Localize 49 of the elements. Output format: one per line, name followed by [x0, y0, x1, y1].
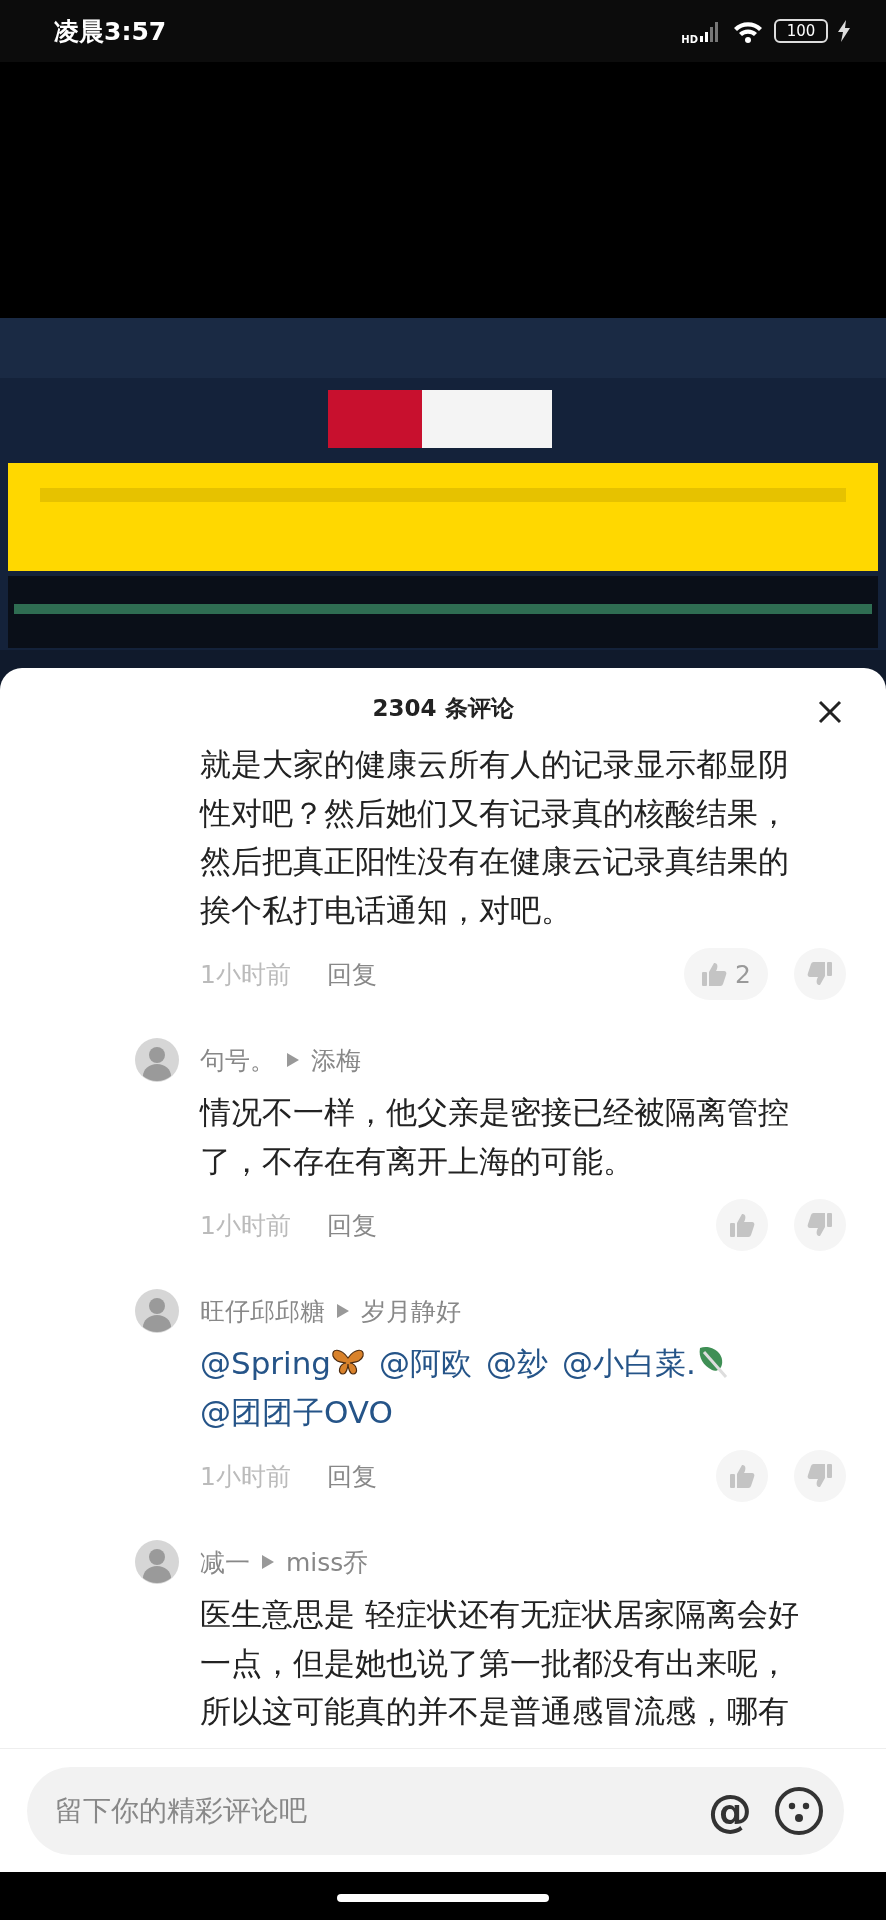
mention-link[interactable]: @Spring: [200, 1339, 366, 1388]
avatar-icon[interactable]: [135, 1289, 179, 1333]
network-type: HD: [681, 33, 698, 45]
comment-text: 情况不一样，他父亲是密接已经被隔离管控了，不存在有离开上海的可能。: [198, 1093, 790, 1181]
mention-link[interactable]: @团团子OVO: [200, 1387, 393, 1436]
comment-time: 1小时前: [200, 958, 291, 991]
comment-text: 医生意思是 轻症状还有无症状居家隔离会好一点，但是她也说了第一批都没有出来呢，所以这可能真的并不是普通感冒流感，哪有: [199, 1595, 800, 1731]
mention-link[interactable]: @阿欧: [379, 1339, 473, 1388]
author-name[interactable]: 减一: [200, 1545, 250, 1579]
reply-to-name[interactable]: 岁月静好: [361, 1294, 461, 1328]
author-name[interactable]: 句号。: [200, 1043, 275, 1077]
reply-button[interactable]: 回复: [326, 1208, 377, 1242]
battery-level: 100: [785, 21, 817, 41]
thumbs-up-icon: [729, 1212, 755, 1238]
thumbs-up-icon: [729, 1463, 755, 1489]
avatar-icon[interactable]: [135, 1038, 179, 1082]
like-button[interactable]: [716, 1199, 768, 1251]
comments-title: 2304 条评论: [372, 693, 514, 723]
like-button[interactable]: [716, 1450, 768, 1502]
home-indicator[interactable]: [337, 1894, 549, 1902]
like-button[interactable]: 2: [684, 948, 768, 1000]
reply-to-name[interactable]: 添梅: [311, 1043, 361, 1077]
comment-time: 1小时前: [200, 1460, 291, 1493]
dislike-button[interactable]: [794, 1450, 846, 1502]
emoji-icon[interactable]: [774, 1785, 824, 1836]
close-icon[interactable]: [818, 700, 842, 724]
mention-button[interactable]: @: [708, 1785, 752, 1836]
author-name[interactable]: 旺仔邱邱糖: [200, 1294, 325, 1328]
reply-arrow-icon: [337, 1304, 349, 1318]
comment-text: 就是大家的健康云所有人的记录显示都显阴性对吧？然后她们又有记录真的核酸结果，然后把真正阳性没有在健康云记录真结果的挨个私打电话通知，对吧。: [198, 745, 790, 930]
comment-input[interactable]: 留下你的精彩评论吧 @: [27, 1766, 844, 1855]
dislike-button[interactable]: [794, 1199, 846, 1251]
avatar-icon[interactable]: [135, 1540, 179, 1584]
mention-link[interactable]: @小白菜.: [562, 1339, 728, 1388]
dislike-button[interactable]: [794, 948, 846, 1000]
thumbs-down-icon: [807, 1212, 833, 1238]
clock-time: 凌晨3:57: [54, 15, 167, 48]
reply-button[interactable]: 回复: [326, 957, 377, 991]
comment-time: 1小时前: [200, 1209, 291, 1242]
thumbs-up-icon: [701, 961, 728, 987]
reply-to-name[interactable]: miss乔: [286, 1545, 369, 1579]
reply-button[interactable]: 回复: [326, 1459, 377, 1493]
butterfly-icon: [331, 1348, 366, 1378]
thumbs-down-icon: [807, 961, 833, 987]
reply-arrow-icon: [262, 1555, 274, 1569]
mention-link[interactable]: @玅: [486, 1339, 549, 1388]
reply-arrow-icon: [287, 1053, 299, 1067]
thumbs-down-icon: [807, 1463, 833, 1489]
wifi-icon: [732, 19, 764, 43]
